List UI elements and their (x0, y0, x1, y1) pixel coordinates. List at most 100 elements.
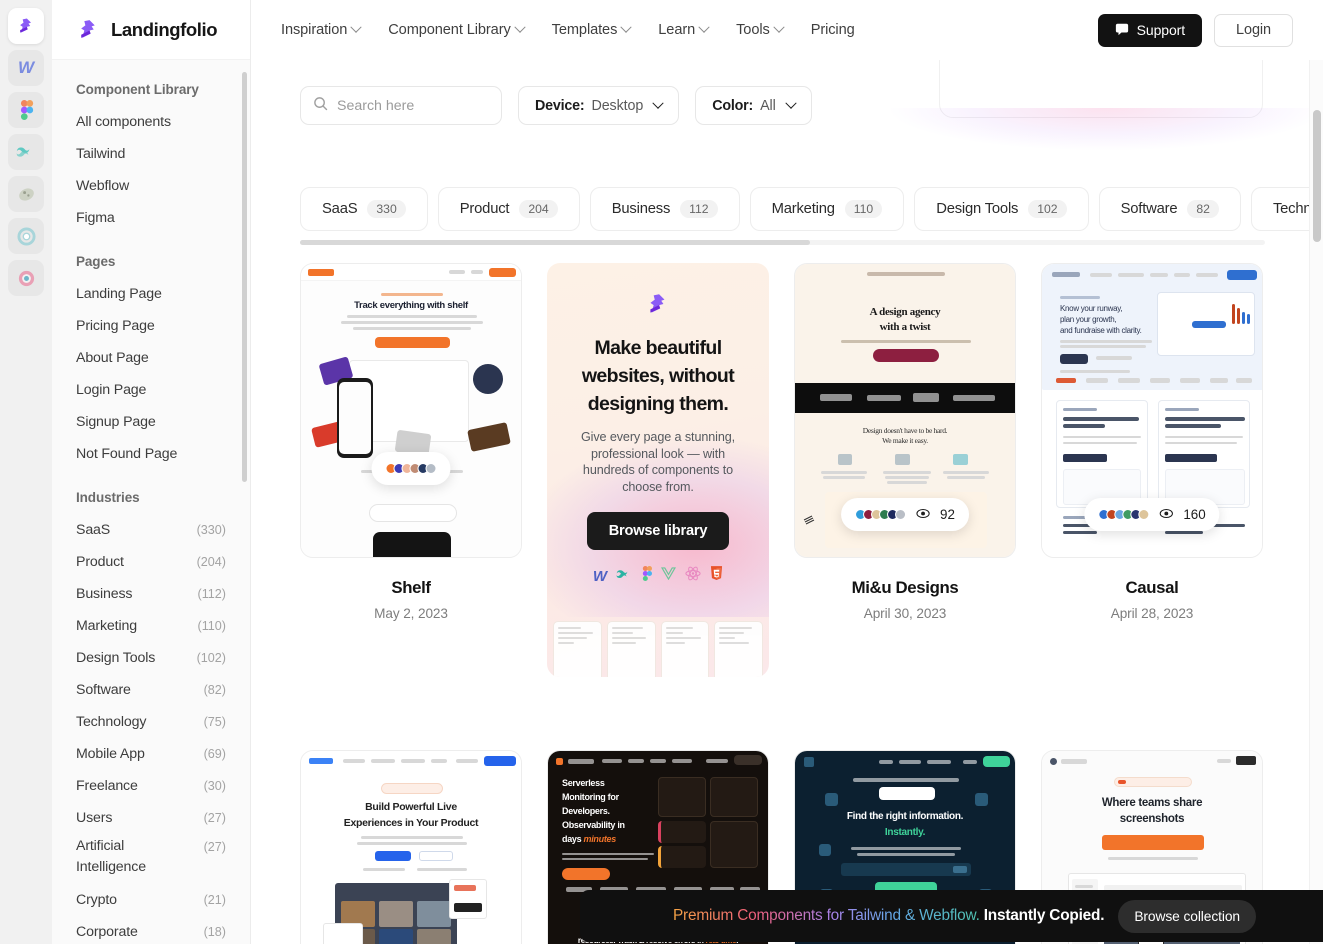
sidebar-item-about-page[interactable]: About Page (52, 342, 250, 374)
rail-figma-icon[interactable] (8, 92, 44, 128)
tab-software[interactable]: Software 82 (1098, 187, 1241, 231)
tab-label: Design Tools (936, 201, 1019, 217)
sidebar-group: Industries SaaS (330) Product (204) Business (… (52, 490, 250, 944)
rail-lifebuoy-icon[interactable] (8, 218, 44, 254)
sidebar-item-pricing-page[interactable]: Pricing Page (52, 310, 250, 342)
template-card-row2-1[interactable]: Build Powerful Live Experiences in Your … (300, 750, 522, 944)
sidebar-item-label: Mobile App (76, 746, 145, 762)
sidebar-item-label: Tailwind (76, 146, 126, 162)
views-pill (371, 452, 451, 485)
sidebar-item-label: Login Page (76, 382, 147, 398)
sidebar-item-mobile-app[interactable]: Mobile App (69) (52, 738, 250, 770)
sidebar-item-signup-page[interactable]: Signup Page (52, 406, 250, 438)
sidebar-item-label: Marketing (76, 618, 137, 634)
browse-library-button[interactable]: Browse library (586, 512, 730, 550)
chat-icon (1115, 22, 1129, 39)
rail-tailwind-icon[interactable] (8, 134, 44, 170)
sidebar-item-label: Corporate (76, 924, 138, 940)
sidebar-item-freelance[interactable]: Freelance (30) (52, 770, 250, 802)
nav-link-templates[interactable]: Templates (552, 21, 632, 38)
sidebar-item-count: (30) (203, 779, 226, 793)
tab-count: 82 (1187, 199, 1219, 219)
sidebar-item-design-tools[interactable]: Design Tools (102) (52, 642, 250, 674)
sidebar-item-label: Software (76, 682, 131, 698)
sidebar-item-figma[interactable]: Figma (52, 202, 250, 234)
sidebar-item-label: Business (76, 586, 133, 602)
tabs-scrollbar-thumb[interactable] (300, 240, 810, 245)
sidebar-item-count: (330) (196, 523, 226, 537)
sidebar-item-landing-page[interactable]: Landing Page (52, 278, 250, 310)
sidebar-item-tailwind[interactable]: Tailwind (52, 138, 250, 170)
app-switcher-rail: W (0, 0, 52, 944)
rail-landingfolio-logo-icon[interactable] (8, 8, 44, 44)
sidebar-item-label: Artificial Intelligence (76, 838, 146, 875)
sidebar-item-software[interactable]: Software (82) (52, 674, 250, 706)
sidebar-item-users[interactable]: Users (27) (52, 802, 250, 834)
card-title: Causal (1125, 578, 1179, 597)
rail-camera-icon[interactable] (8, 260, 44, 296)
promo-card[interactable]: Make beautiful websites, without designi… (547, 263, 769, 677)
tab-saas[interactable]: SaaS 330 (300, 187, 428, 231)
sidebar-item-technology[interactable]: Technology (75) (52, 706, 250, 738)
sidebar-item-corporate[interactable]: Corporate (18) (52, 916, 250, 944)
tab-product[interactable]: Product 204 (437, 187, 580, 231)
sidebar-item-product[interactable]: Product (204) (52, 546, 250, 578)
card-date: April 28, 2023 (1110, 606, 1194, 621)
template-card-miu-designs[interactable]: A design agency with a twist Design does… (794, 263, 1016, 621)
sidebar-nav: Component Library All components Tailwind W… (52, 60, 250, 944)
login-button[interactable]: Login (1214, 13, 1293, 47)
template-grid: Track everything with shelf Shelf May 2,… (300, 263, 1323, 944)
search-box[interactable] (300, 86, 502, 125)
brand-wordmark: Landingfolio (111, 18, 218, 40)
sidebar-item-marketing[interactable]: Marketing (110) (52, 610, 250, 642)
sidebar-item-login-page[interactable]: Login Page (52, 374, 250, 406)
sidebar-item-business[interactable]: Business (112) (52, 578, 250, 610)
tabs-scrollbar-track[interactable] (300, 240, 1265, 245)
sidebar-item-count: (27) (203, 811, 226, 825)
sidebar-item-label: All components (76, 114, 171, 130)
template-card-shelf[interactable]: Track everything with shelf Shelf May 2,… (300, 263, 522, 621)
rail-leaf-icon[interactable] (8, 176, 44, 212)
tab-label: Marketing (771, 201, 835, 217)
nav-link-pricing[interactable]: Pricing (811, 22, 855, 38)
sidebar-item-saas[interactable]: SaaS (330) (52, 514, 250, 546)
tab-marketing[interactable]: Marketing 110 (749, 187, 905, 231)
sidebar-item-artificial-intelligence[interactable]: Artificial Intelligence (27) (52, 834, 250, 884)
tab-design-tools[interactable]: Design Tools 102 (914, 187, 1089, 231)
scrolled-card-edge (939, 60, 1263, 118)
sidebar-item-webflow[interactable]: Webflow (52, 170, 250, 202)
topnav-actions: Support Login (1097, 13, 1293, 47)
promo-banner-text: Premium Components for Tailwind & Webflo… (673, 907, 1105, 925)
color-filter-dropdown[interactable]: Color: All (695, 86, 812, 125)
nav-link-learn[interactable]: Learn (658, 21, 710, 38)
tab-business[interactable]: Business 112 (589, 187, 740, 231)
page-scrollbar-thumb[interactable] (1313, 110, 1321, 242)
sidebar-item-label: Landing Page (76, 286, 162, 302)
nav-link-inspiration[interactable]: Inspiration (281, 21, 362, 38)
figma-icon (642, 566, 653, 586)
sidebar-scrollbar-thumb[interactable] (242, 72, 247, 482)
nav-link-label: Component Library (388, 22, 511, 38)
sidebar-item-crypto[interactable]: Crypto (21) (52, 884, 250, 916)
topnav-links: Inspiration Component Library Templates Lea… (281, 21, 855, 38)
device-filter-dropdown[interactable]: Device: Desktop (518, 86, 680, 125)
nav-link-tools[interactable]: Tools (736, 21, 785, 38)
browse-collection-button[interactable]: Browse collection (1118, 899, 1256, 933)
nav-link-component-library[interactable]: Component Library (388, 21, 526, 38)
rail-webflow-icon[interactable]: W (8, 50, 44, 86)
promo-banner-bold-text: Instantly Copied. (983, 907, 1105, 924)
tab-count: 112 (680, 199, 718, 219)
sidebar-item-not-found-page[interactable]: Not Found Page (52, 438, 250, 470)
card-title: Mi&u Designs (851, 578, 959, 597)
support-button[interactable]: Support (1097, 13, 1203, 47)
search-input[interactable] (337, 97, 487, 114)
page-scrollbar[interactable] (1309, 60, 1323, 944)
sidebar-item-label: Figma (76, 210, 115, 226)
sidebar-brand[interactable]: Landingfolio (52, 0, 250, 60)
sidebar-item-all-components[interactable]: All components (52, 106, 250, 138)
color-swatches (1098, 509, 1150, 520)
template-card-causal[interactable]: Know your runway, plan your growth, and … (1041, 263, 1263, 621)
chevron-down-icon (652, 97, 664, 109)
sidebar-item-count: (21) (203, 893, 226, 907)
sidebar-item-label: Design Tools (76, 650, 156, 666)
